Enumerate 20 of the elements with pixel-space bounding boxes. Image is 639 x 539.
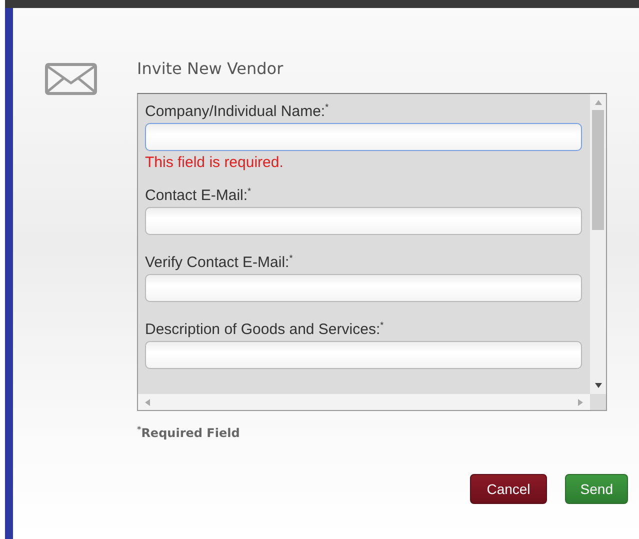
scroll-left-icon[interactable] xyxy=(144,398,151,406)
input-field[interactable] xyxy=(145,274,582,302)
cancel-button[interactable]: Cancel xyxy=(470,474,548,504)
send-button[interactable]: Send xyxy=(565,474,628,504)
scroll-down-icon[interactable] xyxy=(594,382,602,389)
input-field[interactable] xyxy=(145,207,582,235)
error-message: This field is required. xyxy=(145,154,284,171)
vertical-scrollbar[interactable] xyxy=(590,94,606,394)
field-label: Company/Individual Name:$^{*}$ xyxy=(145,102,330,120)
input-field[interactable] xyxy=(145,123,582,151)
field-label: Contact E-Mail:$^{*}$ xyxy=(145,186,252,204)
dialog-title: Invite New Vendor xyxy=(137,59,284,78)
horizontal-scrollbar[interactable] xyxy=(138,394,590,410)
input-field[interactable] xyxy=(145,341,582,369)
scroll-up-icon[interactable] xyxy=(594,99,602,106)
scroll-right-icon[interactable] xyxy=(577,398,584,406)
field-label: Verify Contact E-Mail:$^{*}$ xyxy=(145,253,294,271)
envelope-icon xyxy=(45,63,97,95)
required-note: $^{*}$Required Field xyxy=(137,425,241,440)
field-label: Description of Goods and Services:$^{*}$ xyxy=(145,320,385,338)
